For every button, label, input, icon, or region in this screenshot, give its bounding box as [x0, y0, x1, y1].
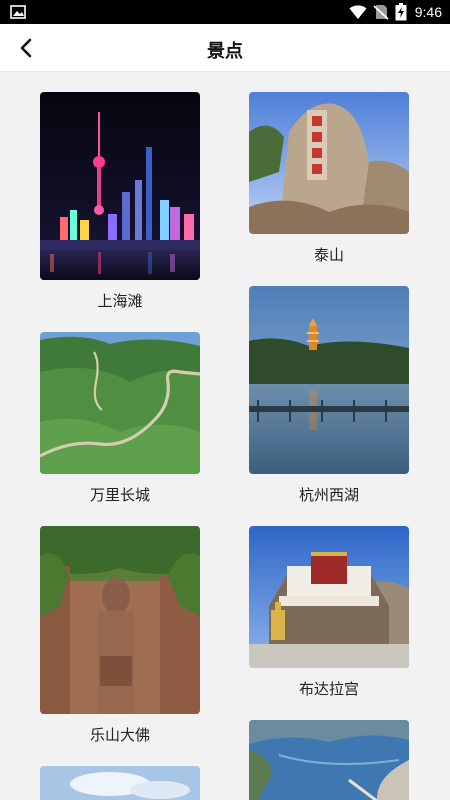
potala-palace-image: [249, 526, 409, 668]
battery-charging-icon: [395, 3, 407, 21]
image-icon: [10, 5, 26, 19]
wifi-icon: [349, 5, 367, 19]
attraction-card-potala-palace[interactable]: 布达拉宫: [249, 526, 409, 699]
mount-tai-image: [249, 92, 409, 234]
attraction-card-leshan-buddha[interactable]: 乐山大佛: [40, 526, 200, 745]
page-title: 景点: [207, 41, 243, 62]
leshan-buddha-image: [40, 526, 200, 714]
shanghai-bund-image: [40, 92, 200, 280]
attraction-card-shanghai-bund[interactable]: 上海滩: [40, 92, 200, 311]
attraction-name: 万里长城: [89, 486, 150, 504]
lake-aerial-image: [249, 720, 409, 800]
attraction-card-west-lake[interactable]: 杭州西湖: [249, 286, 409, 505]
great-wall-image: [40, 332, 200, 474]
attractions-grid: 上海滩 泰山 万里长城 杭州西湖 乐山大佛 布达拉宫: [0, 72, 450, 800]
attraction-name: 上海滩: [97, 292, 143, 310]
landscape-image: [40, 766, 200, 800]
attraction-name: 布达拉宫: [298, 680, 359, 698]
attraction-card-mount-tai[interactable]: 泰山: [249, 92, 409, 265]
no-sim-icon: [373, 5, 389, 20]
attraction-card-great-wall[interactable]: 万里长城: [40, 332, 200, 505]
app-bar: 景点: [0, 24, 450, 72]
attraction-card-partial-right[interactable]: [249, 720, 409, 800]
attraction-name: 乐山大佛: [89, 726, 150, 744]
attraction-card-partial-left[interactable]: [40, 766, 200, 800]
clock: 9:46: [414, 4, 442, 20]
attraction-name: 杭州西湖: [298, 486, 359, 504]
status-bar: 9:46: [0, 0, 450, 24]
west-lake-image: [249, 286, 409, 474]
attraction-name: 泰山: [313, 246, 344, 264]
